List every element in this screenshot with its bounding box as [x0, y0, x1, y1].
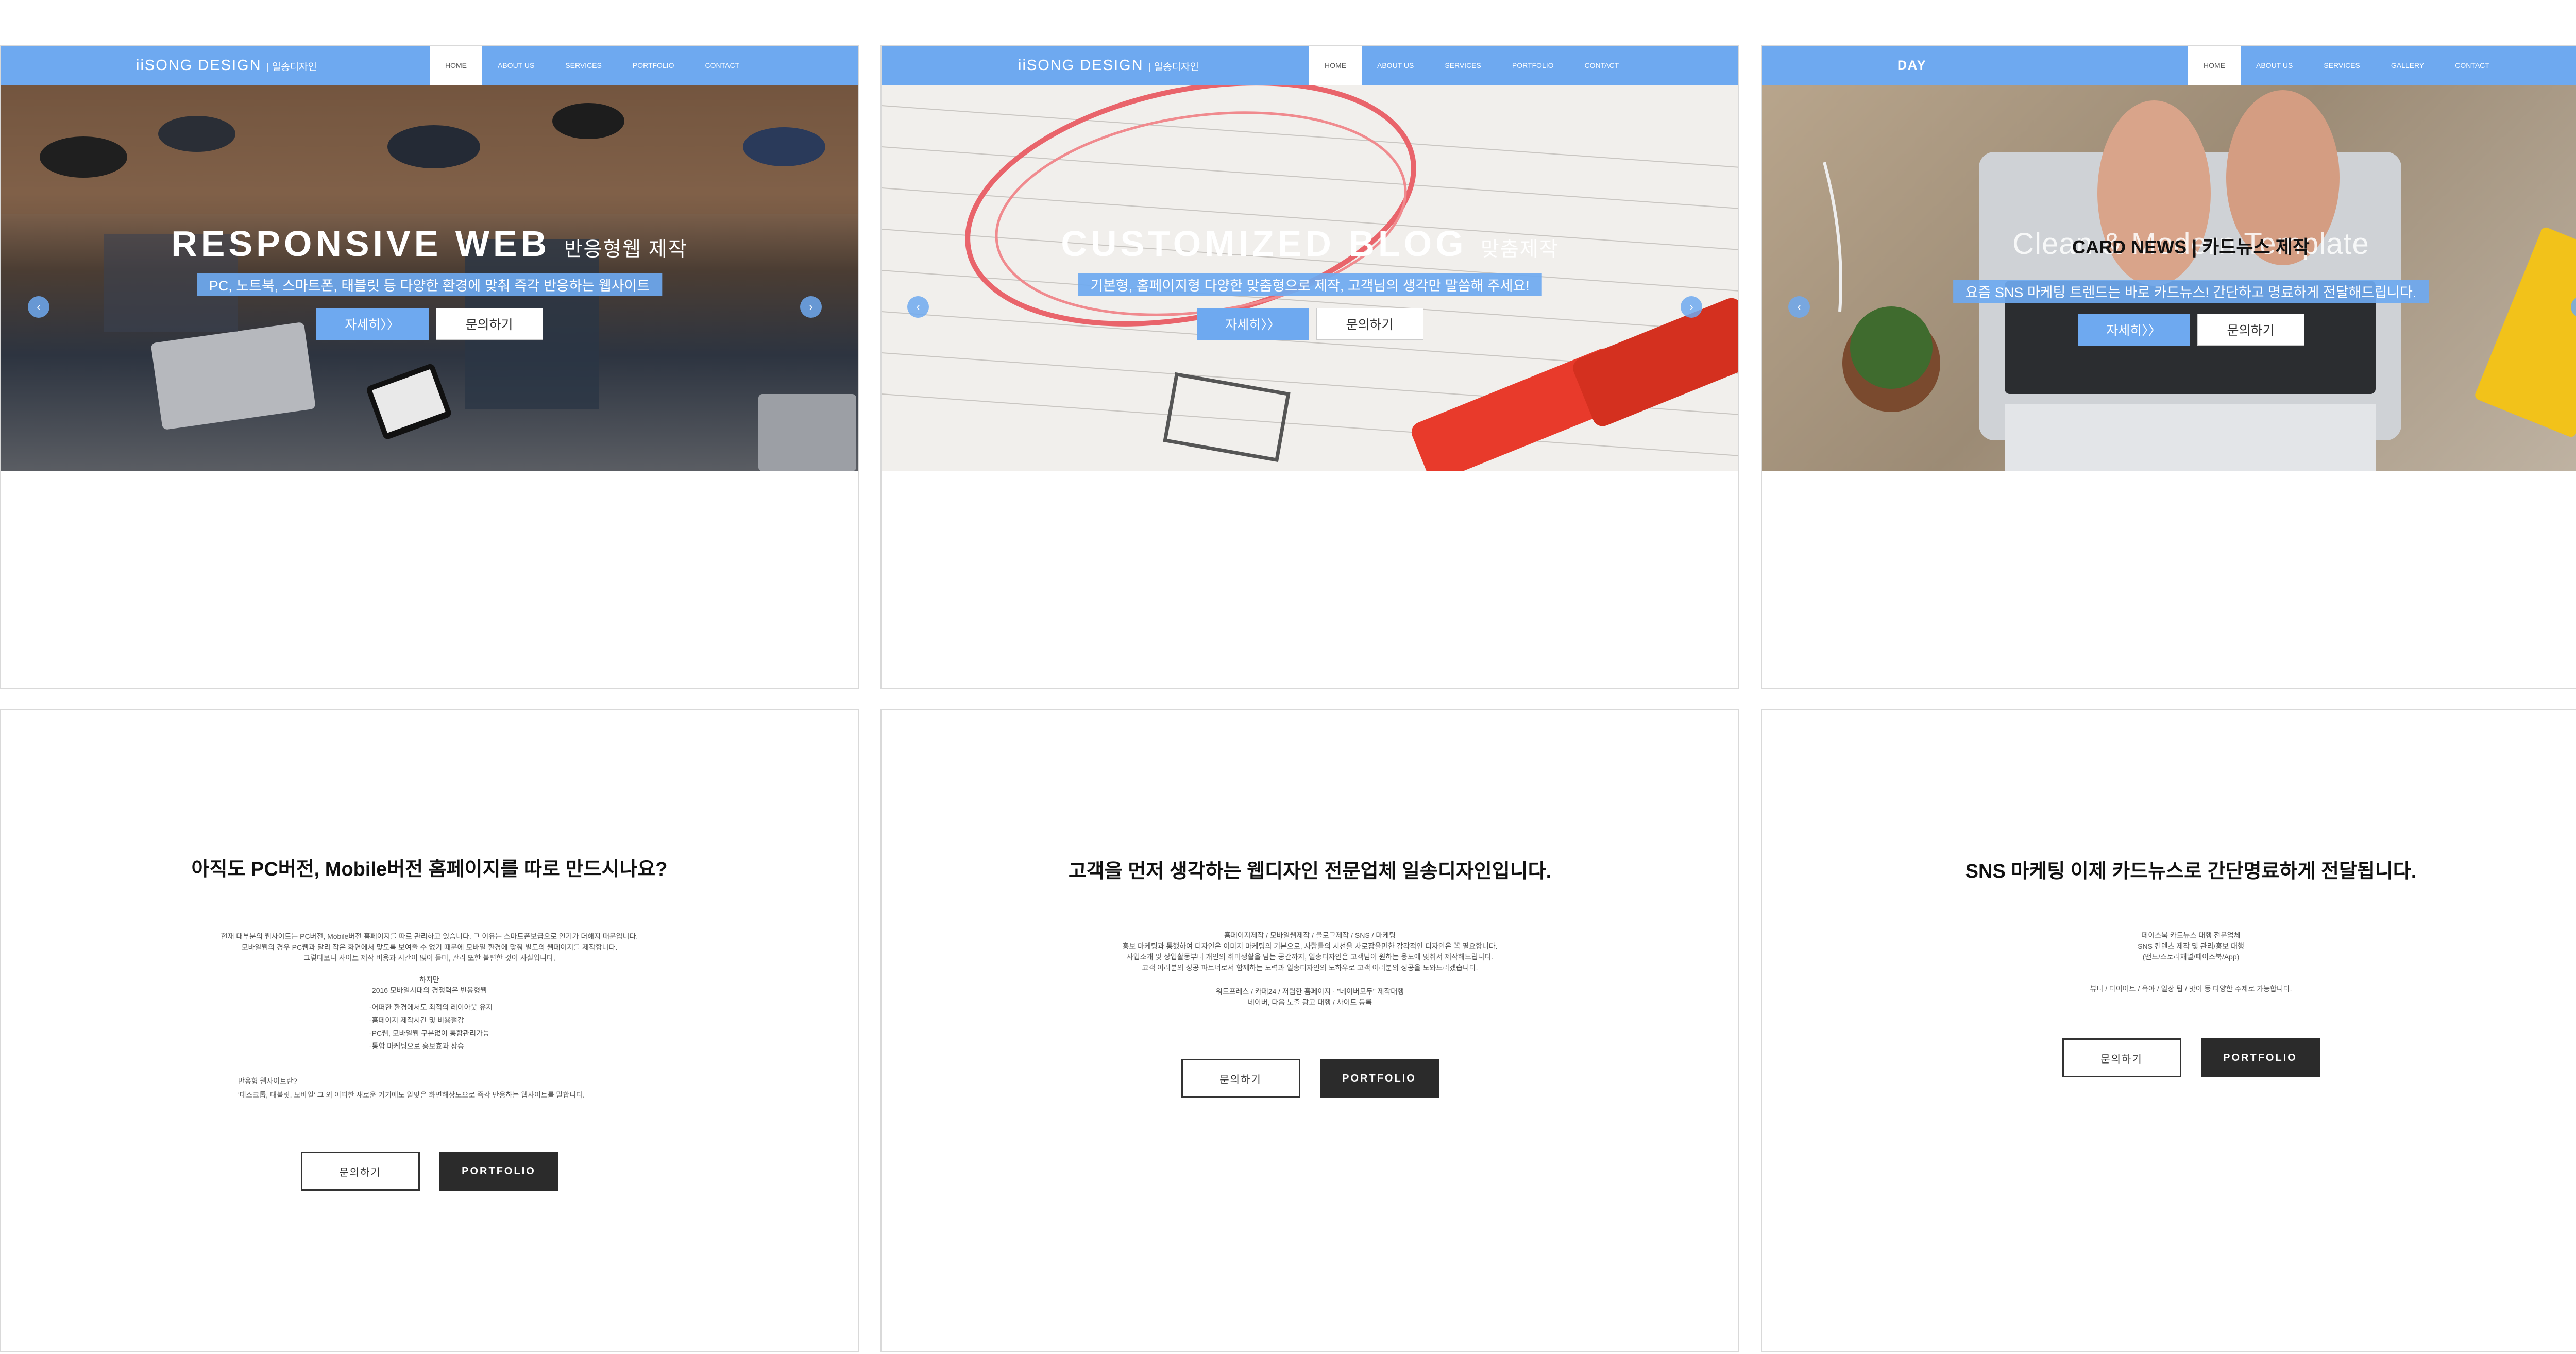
intro-text-2: 홍보 마케팅과 통했하여 디자인은 이미지 마케팅의 기본으로, 사람들의 시선…	[1122, 942, 1498, 950]
hero-slide: ‹ › CUSTOMIZED BLOG 맞춤제작 기본형, 홈페이지형 다양한 …	[882, 85, 1738, 471]
intro-text-4: 하지만	[419, 975, 439, 984]
main-menu: HOME ABOUT US SERVICES PORTFOLIO CONTACT	[430, 46, 755, 85]
service-text-2: 네이버, 다음 노출 광고 대행 / 사이트 등록	[1247, 998, 1372, 1006]
logo[interactable]: DAY	[1897, 46, 1927, 85]
inquiry-button[interactable]: 문의하기	[300, 1152, 420, 1191]
intro-text-3: (밴드/스토리채널/페이스북/App)	[2142, 953, 2240, 961]
menu-home[interactable]: HOME	[2188, 46, 2241, 85]
inquiry-button[interactable]: 문의하기	[2197, 314, 2304, 346]
panel-responsive-web: iiSONG DESIGN | 일송디자인 HOME ABOUT US SERVI…	[0, 45, 859, 689]
portfolio-button[interactable]: PORTFOLIO	[1319, 1059, 1439, 1098]
menu-home[interactable]: HOME	[1309, 46, 1362, 85]
inquiry-button[interactable]: 문의하기	[1316, 308, 1423, 340]
intro-text-3: 그렇다보니 사이트 제작 비용과 시간이 많이 들며, 관리 또한 불편한 것이…	[303, 954, 555, 962]
intro-text-2: 모바일웹의 경우 PC웹과 달리 작은 화면에서 맞도록 보여줄 수 없기 때문…	[241, 943, 618, 951]
intro-text-1: 현재 대부분의 웹사이트는 PC버전, Mobile버전 홈페이지를 따로 관리…	[221, 932, 638, 940]
portfolio-button[interactable]: PORTFOLIO	[2200, 1038, 2320, 1077]
hero-photo-desk-laptop	[1823, 90, 2576, 471]
hero-subtitle: 기본형, 홈페이지형 다양한 맞춤형으로 제작, 고객님의 생각만 말씀해 주세…	[1078, 273, 1542, 296]
intro-text-3: 사업소개 및 상업활동부터 개인의 취미생활을 담는 공간까지, 일송디자인은 …	[1126, 953, 1494, 961]
menu-portfolio[interactable]: PORTFOLIO	[1497, 46, 1569, 85]
feature-4: -통합 마케팅으로 홍보효과 상승	[369, 1042, 464, 1050]
panel-responsive-intro: 아직도 PC버전, Mobile버전 홈페이지를 따로 만드시나요? 현재 대부…	[0, 709, 859, 1352]
intro-text-4: 고객 여러분의 성공 파트너로서 함께하는 노력과 일송디자인의 노하우로 고객…	[1142, 964, 1478, 972]
menu-services[interactable]: SERVICES	[2308, 46, 2376, 85]
feature-2: -홈페이지 제작시간 및 비용절감	[369, 1016, 464, 1024]
card-news-overlay-title: CARD NEWS | 카드뉴스 제작	[2072, 236, 2310, 258]
definition-text: '데스크톱, 태블릿, 모바일' 그 외 어떠한 새로운 기기에도 알맞은 화면…	[238, 1091, 585, 1099]
panel-card-news-intro: SNS 마케팅 이제 카드뉴스로 간단명료하게 전달됩니다. 페이스북 카드뉴스…	[1761, 709, 2576, 1352]
main-menu: HOME ABOUT US SERVICES GALLERY CONTACT	[2188, 46, 2505, 85]
panel-company-intro: 고객을 먼저 생각하는 웹디자인 전문업체 일송디자인입니다. 홈페이지제작 /…	[880, 709, 1739, 1352]
top-nav: iiSONG DESIGN | 일송디자인 HOME ABOUT US SERVI…	[1, 46, 858, 85]
hero-slide: ‹ › RESPONSIVE WEB 반응형웹 제작 PC, 노트북, 스마트폰…	[1, 85, 858, 471]
feature-3: -PC웹, 모바일웹 구분없이 통합관리가능	[369, 1029, 489, 1037]
intro-text-2: SNS 컨텐츠 제작 및 관리/홍보 대행	[2138, 942, 2244, 950]
inquiry-button[interactable]: 문의하기	[1181, 1059, 1300, 1098]
menu-contact[interactable]: CONTACT	[690, 46, 755, 85]
menu-about[interactable]: ABOUT US	[1362, 46, 1429, 85]
detail-button[interactable]: 자세히〉〉	[1196, 308, 1309, 340]
service-text-1: 워드프레스 / 카페24 / 저렴한 홈페이지 · "네이버모두" 제작대행	[1215, 987, 1404, 996]
hero-title: CUSTOMIZED BLOG 맞춤제작	[1061, 224, 1559, 264]
definition-heading: 반응형 웹사이트란?	[238, 1077, 297, 1085]
hero-slide: ‹ › Clean & Modern Template CARD NEWS | …	[1762, 85, 2576, 471]
topic-text: 뷰티 / 다이어트 / 육아 / 일상 팁 / 맛이 등 다양한 주제로 가능합…	[2090, 985, 2292, 993]
menu-about[interactable]: ABOUT US	[2241, 46, 2308, 85]
portfolio-button[interactable]: PORTFOLIO	[439, 1152, 558, 1191]
menu-gallery[interactable]: GALLERY	[2376, 46, 2439, 85]
detail-button[interactable]: 자세히〉〉	[316, 308, 429, 340]
hero-subtitle: PC, 노트북, 스마트폰, 태블릿 등 다양한 환경에 맞춰 즉각 반응하는 …	[196, 273, 663, 296]
menu-about[interactable]: ABOUT US	[482, 46, 550, 85]
hero-title: RESPONSIVE WEB 반응형웹 제작	[171, 224, 688, 264]
panel-customized-blog: iiSONG DESIGN | 일송디자인 HOME ABOUT US SERVI…	[880, 45, 1739, 689]
menu-services[interactable]: SERVICES	[550, 46, 617, 85]
top-nav: iiSONG DESIGN | 일송디자인 HOME ABOUT US SERVI…	[882, 46, 1738, 85]
detail-button[interactable]: 자세히〉〉	[2077, 314, 2190, 346]
section-heading: 아직도 PC버전, Mobile버전 홈페이지를 따로 만드시나요?	[191, 859, 668, 880]
feature-1: -어떠한 환경에서도 최적의 레이아웃 유지	[369, 1003, 493, 1012]
section-heading: 고객을 먼저 생각하는 웹디자인 전문업체 일송디자인입니다.	[1068, 861, 1552, 882]
logo[interactable]: iiSONG DESIGN | 일송디자인	[1018, 46, 1199, 85]
menu-portfolio[interactable]: PORTFOLIO	[617, 46, 690, 85]
hero-subtitle: 요즘 SNS 마케팅 트렌드는 바로 카드뉴스! 간단하고 명료하게 전달해드립…	[1953, 280, 2429, 303]
intro-text-5: 2016 모바일시대의 경쟁력은 반응형웹	[371, 986, 487, 995]
menu-home[interactable]: HOME	[430, 46, 482, 85]
intro-text-1: 홈페이지제작 / 모바일웹제작 / 블로그제작 / SNS / 마케팅	[1224, 931, 1396, 939]
top-nav: DAY HOME ABOUT US SERVICES GALLERY CONTA…	[1762, 46, 2576, 85]
intro-text-1: 페이스북 카드뉴스 대행 전문업체	[2141, 931, 2241, 939]
inquiry-button[interactable]: 문의하기	[2062, 1038, 2181, 1077]
menu-contact[interactable]: CONTACT	[1569, 46, 1635, 85]
main-menu: HOME ABOUT US SERVICES PORTFOLIO CONTACT	[1309, 46, 1634, 85]
menu-contact[interactable]: CONTACT	[2439, 46, 2505, 85]
panel-card-news: DAY HOME ABOUT US SERVICES GALLERY CONTA…	[1761, 45, 2576, 689]
menu-services[interactable]: SERVICES	[1429, 46, 1497, 85]
logo[interactable]: iiSONG DESIGN | 일송디자인	[136, 46, 317, 85]
section-heading: SNS 마케팅 이제 카드뉴스로 간단명료하게 전달됩니다.	[1965, 861, 2417, 882]
inquiry-button[interactable]: 문의하기	[435, 308, 543, 340]
